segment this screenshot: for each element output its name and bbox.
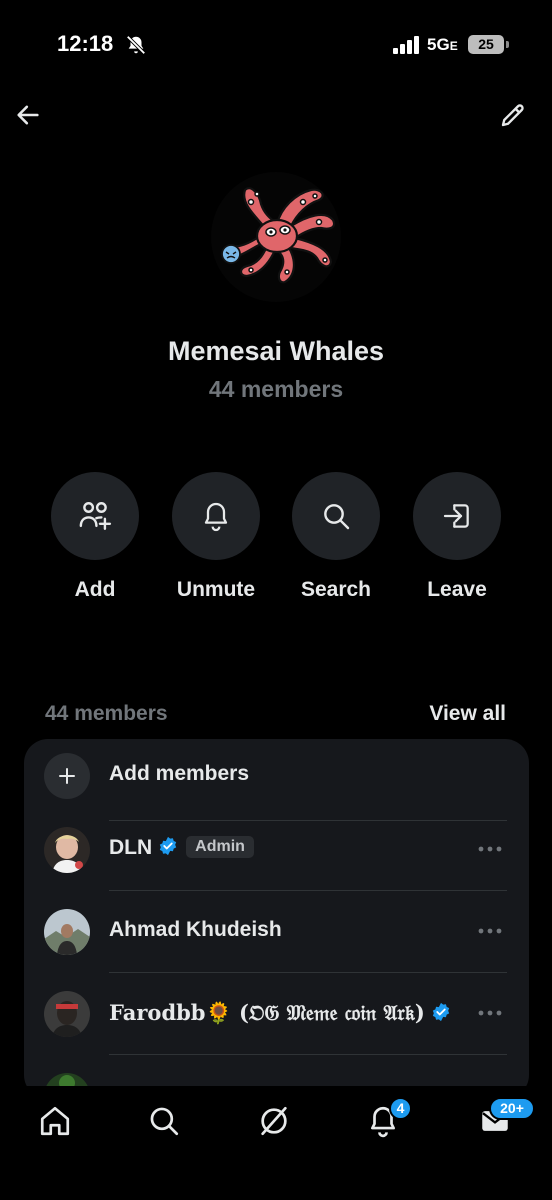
grok-icon[interactable] [257, 1104, 291, 1138]
search-action-button[interactable]: Search [292, 472, 380, 602]
member-name: DLN Admin [109, 836, 254, 860]
battery-nub [506, 41, 509, 48]
search-icon [324, 504, 350, 530]
leave-action-button[interactable]: Leave [413, 472, 501, 602]
members-card: Add members DLN Admin Ahmad Khudeish Far… [24, 739, 529, 1099]
bell-off-icon [126, 35, 146, 55]
view-all-link[interactable]: View all [429, 702, 506, 726]
member-row[interactable]: Ahmad Khudeish [24, 891, 529, 973]
add-action-button[interactable]: Add [51, 472, 139, 602]
add-members-label: Add members [109, 762, 250, 785]
members-section-count: 44 members [45, 702, 168, 725]
leave-action-label: Leave [427, 578, 487, 601]
status-bar: 12:18 5GE 25 [0, 0, 552, 90]
notifications-count-badge: 4 [389, 1097, 412, 1120]
battery-level: 25 [468, 35, 504, 54]
more-options-icon[interactable] [477, 1003, 503, 1023]
network-type: 5GE [427, 35, 458, 54]
add-people-icon [79, 502, 112, 530]
search-action-label: Search [300, 578, 372, 601]
home-icon[interactable] [38, 1104, 72, 1138]
group-avatar[interactable] [211, 172, 341, 302]
avatar[interactable] [44, 827, 90, 873]
group-member-count: 44 members [208, 376, 344, 402]
back-arrow-icon[interactable] [14, 101, 42, 129]
member-name: Farodbb🌻 (𝔒𝔊 𝔐𝔢𝔪𝔢 𝔠𝔬𝔦𝔫 𝔄𝔯𝔨) [109, 1000, 451, 1026]
add-action-label: Add [74, 578, 116, 601]
member-name: Ahmad Khudeish [109, 918, 282, 941]
unmute-action-button[interactable]: Unmute [172, 472, 260, 602]
leave-icon [443, 504, 469, 528]
bell-icon [204, 502, 228, 532]
avatar[interactable] [44, 991, 90, 1037]
more-options-icon[interactable] [477, 839, 503, 859]
pencil-icon[interactable] [498, 100, 528, 130]
member-row[interactable]: Farodbb🌻 (𝔒𝔊 𝔐𝔢𝔪𝔢 𝔠𝔬𝔦𝔫 𝔄𝔯𝔨) [24, 973, 529, 1055]
search-icon[interactable] [147, 1104, 181, 1138]
plus-icon [44, 753, 90, 799]
octopus-avatar-image [221, 187, 336, 284]
member-row[interactable]: DLN Admin [24, 809, 529, 891]
group-name: Memesai Whales [167, 336, 385, 366]
signal-icon [393, 36, 419, 54]
more-options-icon[interactable] [477, 921, 503, 941]
avatar[interactable] [44, 909, 90, 955]
messages-count-badge: 20+ [489, 1097, 535, 1120]
status-time: 12:18 [57, 31, 114, 56]
admin-badge: Admin [186, 836, 254, 858]
verified-badge-icon [160, 836, 177, 856]
unmute-action-label: Unmute [176, 578, 256, 601]
verified-badge-icon [432, 1002, 449, 1022]
bottom-navigation: 4 20+ [0, 1086, 552, 1200]
